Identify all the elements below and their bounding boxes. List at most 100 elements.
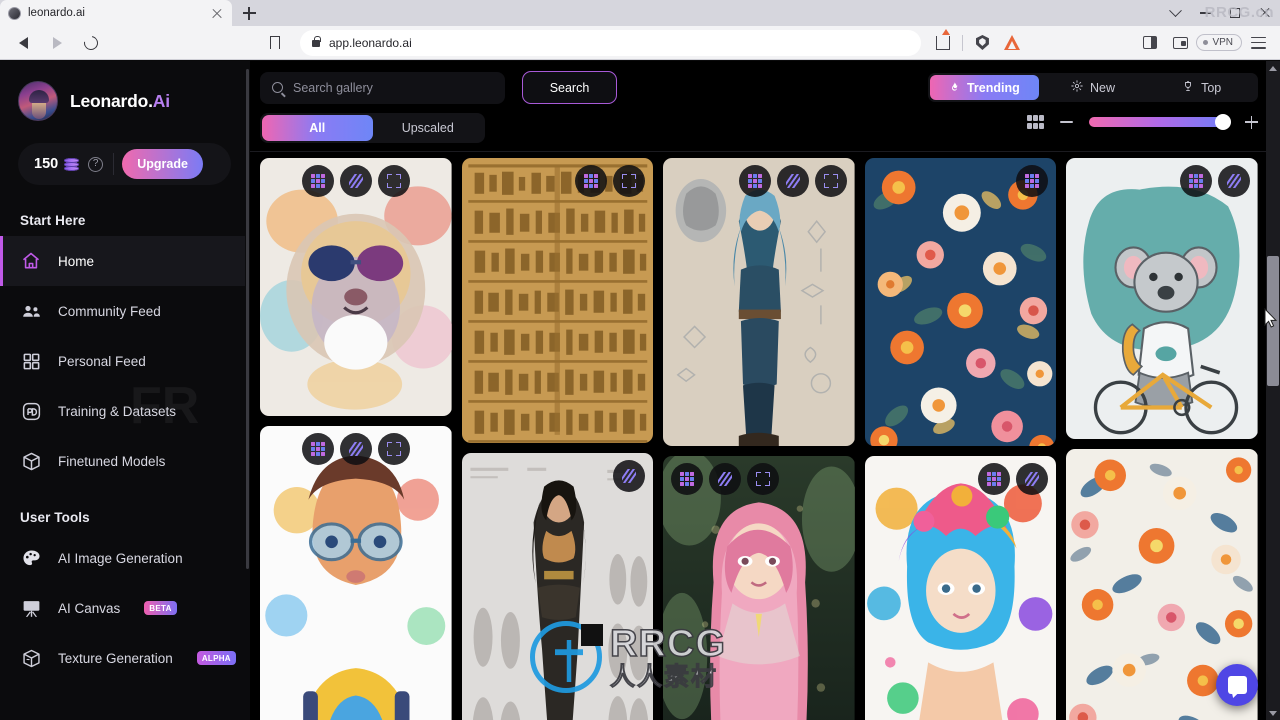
shields-button[interactable] [968,30,996,56]
share-button[interactable] [929,28,957,56]
upscale-button[interactable] [339,165,372,197]
sidebar-item-label: Finetuned Models [58,453,166,469]
remix-button[interactable] [1179,165,1212,197]
upscale-button[interactable] [709,463,742,495]
remix-button[interactable] [1016,165,1049,197]
sidebar-item-finetuned-models[interactable]: Finetuned Models [0,436,250,486]
tab-top[interactable]: Top [1147,75,1256,100]
brave-rewards-button[interactable] [998,30,1026,56]
remix-button[interactable] [671,463,704,495]
expand-button[interactable] [613,165,646,197]
trophy-icon [1182,80,1194,96]
zoom-in-button[interactable] [1245,115,1258,129]
plus-icon [242,6,256,20]
sidebar-item-label: Training & Datasets [58,403,177,419]
gallery-card-egyptian-hieroglyph-wall[interactable] [461,158,654,443]
remix-button[interactable] [978,463,1011,495]
section-title-start-here: Start Here [20,213,86,228]
tab-all[interactable]: All [262,115,373,141]
reload-button[interactable] [76,29,106,57]
tab-favicon [8,6,21,20]
chevron-down-icon [1168,3,1182,17]
bookmark-button[interactable] [260,29,290,57]
gallery-card-blue-haired-elf-warrior-concept[interactable] [663,158,855,446]
brand-suffix: Ai [152,90,170,111]
expand-icon [386,442,401,456]
sidebar-item-ai-image-generation[interactable]: AI Image Generation [0,533,250,583]
card-actions [1179,165,1250,197]
bookmark-icon [269,36,282,54]
gallery-column [663,158,855,720]
main-content: Search All Upscaled Trending [250,61,1280,720]
tab-trending[interactable]: Trending [930,75,1039,100]
badge-alpha: ALPHA [196,651,236,665]
scroll-down-button[interactable] [1266,706,1280,720]
training-icon [20,400,42,422]
community-icon [20,300,42,322]
back-button[interactable] [8,29,38,57]
sidebar-item-personal-feed[interactable]: Personal Feed [0,336,250,386]
scroll-up-button[interactable] [1266,61,1280,75]
upscale-button[interactable] [776,165,809,197]
support-chat-button[interactable] [1216,664,1258,706]
search-button[interactable]: Search [522,71,617,104]
shield-icon [975,35,989,50]
help-icon[interactable]: ? [88,156,104,172]
grid-density-icon[interactable] [1027,115,1044,129]
expand-button[interactable] [747,463,780,495]
hamburger-icon [1250,36,1266,49]
remix-button[interactable] [301,165,334,197]
remix-button[interactable] [301,433,334,465]
page-scrollbar[interactable] [1266,61,1280,720]
sidebar-item-texture-generation[interactable]: Texture Generation ALPHA [0,633,250,683]
gallery-card-rainbow-hair-woman-portrait[interactable] [864,456,1057,720]
arrow-left-icon [18,36,28,49]
tab-search-button[interactable] [1160,0,1190,26]
brand-title: Leonardo.Ai [70,90,170,111]
tab-upscaled[interactable]: Upscaled [373,115,484,141]
brand[interactable]: Leonardo.Ai [0,61,250,121]
expand-button[interactable] [377,165,410,197]
upscale-button[interactable] [339,433,372,465]
sidebar-item-ai-canvas[interactable]: AI Canvas BETA [0,583,250,633]
gallery-card-dark-fantasy-warrior-character-sheet[interactable] [461,453,654,720]
sidebar-scrollbar-thumb[interactable] [246,69,249,569]
expand-button[interactable] [377,433,410,465]
sidebar-item-training-datasets[interactable]: Training & Datasets [0,386,250,436]
sidebar-toggle-button[interactable] [1136,30,1164,56]
slider-knob[interactable] [1215,114,1231,130]
gallery-card-koala-riding-bicycle-sketch[interactable] [1066,158,1258,439]
divider [113,153,115,175]
remix-button[interactable] [738,165,771,197]
search-input-wrapper[interactable] [260,71,505,104]
remix-button[interactable] [575,165,608,197]
sidebar-item-home[interactable]: Home [0,236,250,286]
new-tab-button[interactable] [232,0,266,26]
vpn-button[interactable]: VPN [1196,34,1242,51]
card-actions [613,460,646,492]
upscale-icon [1226,174,1241,188]
gallery-card-colorful-girl-with-glasses-and-backpack[interactable] [260,426,452,720]
search-input[interactable] [293,80,493,95]
upscale-button[interactable] [1217,165,1250,197]
zoom-slider[interactable] [1089,114,1231,130]
tab-new[interactable]: New [1039,75,1148,100]
watermark-topright: RRCG.cn [1204,4,1274,21]
upgrade-button[interactable]: Upgrade [122,149,203,179]
palette-icon [20,547,42,569]
gallery-card-pink-haired-fantasy-portrait[interactable] [663,456,855,720]
expand-button[interactable] [814,165,847,197]
section-title-user-tools: User Tools [20,510,90,525]
browser-menu-button[interactable] [1244,30,1272,56]
address-bar[interactable]: app.leonardo.ai [300,29,922,56]
zoom-out-button[interactable] [1060,121,1073,123]
upscale-button[interactable] [613,460,646,492]
gallery-card-watercolor-lion-with-sunglasses[interactable] [260,158,452,416]
gallery-card-orange-floral-pattern[interactable] [864,158,1057,446]
browser-tab-leonardo[interactable]: leonardo.ai [0,0,232,26]
forward-button[interactable] [42,29,72,57]
close-icon[interactable] [210,6,224,20]
wallet-button[interactable] [1166,30,1194,56]
sidebar-item-community-feed[interactable]: Community Feed [0,286,250,336]
upscale-button[interactable] [1016,463,1049,495]
